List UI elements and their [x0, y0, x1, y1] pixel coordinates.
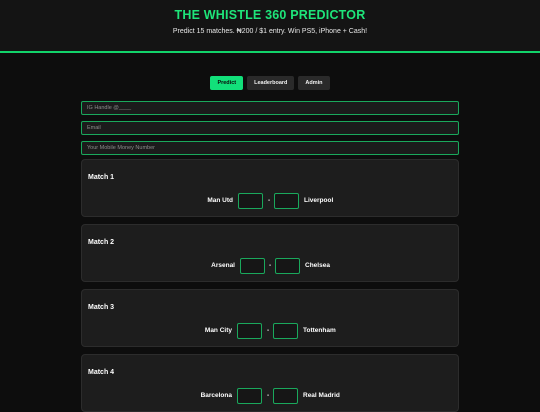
away-score-input[interactable]: [273, 388, 298, 404]
tab-admin[interactable]: Admin: [298, 76, 330, 90]
ig-handle-input[interactable]: [81, 101, 459, 115]
score-separator: -: [267, 327, 270, 334]
match-card-2: Match 2 Arsenal - Chelsea: [81, 224, 459, 282]
score-row: Man City - Tottenham: [82, 323, 458, 339]
app-header: THE WHISTLE 360 PREDICTOR Predict 15 mat…: [0, 0, 540, 53]
away-team-label: Tottenham: [303, 327, 336, 334]
mobile-money-input[interactable]: [81, 141, 459, 155]
score-row: Man Utd - Liverpool: [82, 193, 458, 209]
away-score-input[interactable]: [275, 258, 300, 274]
home-score-input[interactable]: [237, 323, 262, 339]
tab-predict[interactable]: Predict: [210, 76, 244, 90]
score-separator: -: [268, 197, 271, 204]
away-score-input[interactable]: [273, 323, 298, 339]
match-card-3: Match 3 Man City - Tottenham: [81, 289, 459, 347]
match-title: Match 3: [88, 304, 115, 311]
page-subtitle: Predict 15 matches. ₦200 / $1 entry. Win…: [172, 28, 368, 35]
home-score-input[interactable]: [240, 258, 265, 274]
email-input[interactable]: [81, 121, 459, 135]
away-team-label: Liverpool: [304, 197, 334, 204]
match-title: Match 2: [88, 239, 115, 246]
match-title: Match 1: [88, 174, 115, 181]
home-score-input[interactable]: [238, 193, 263, 209]
score-separator: -: [269, 262, 272, 269]
tab-bar: Predict Leaderboard Admin: [0, 76, 540, 90]
score-row: Barcelona - Real Madrid: [82, 388, 458, 404]
score-row: Arsenal - Chelsea: [82, 258, 458, 274]
away-team-label: Chelsea: [305, 262, 330, 269]
away-score-input[interactable]: [274, 193, 299, 209]
match-card-4: Match 4 Barcelona - Real Madrid: [81, 354, 459, 412]
home-team-label: Man Utd: [207, 197, 233, 204]
home-team-label: Man City: [204, 327, 232, 334]
page-title: THE WHISTLE 360 PREDICTOR: [174, 8, 366, 22]
tab-leaderboard[interactable]: Leaderboard: [247, 76, 295, 90]
match-card-1: Match 1 Man Utd - Liverpool: [81, 159, 459, 217]
score-separator: -: [267, 392, 270, 399]
home-score-input[interactable]: [237, 388, 262, 404]
match-title: Match 4: [88, 369, 115, 376]
away-team-label: Real Madrid: [303, 392, 340, 399]
home-team-label: Barcelona: [200, 392, 232, 399]
home-team-label: Arsenal: [211, 262, 235, 269]
